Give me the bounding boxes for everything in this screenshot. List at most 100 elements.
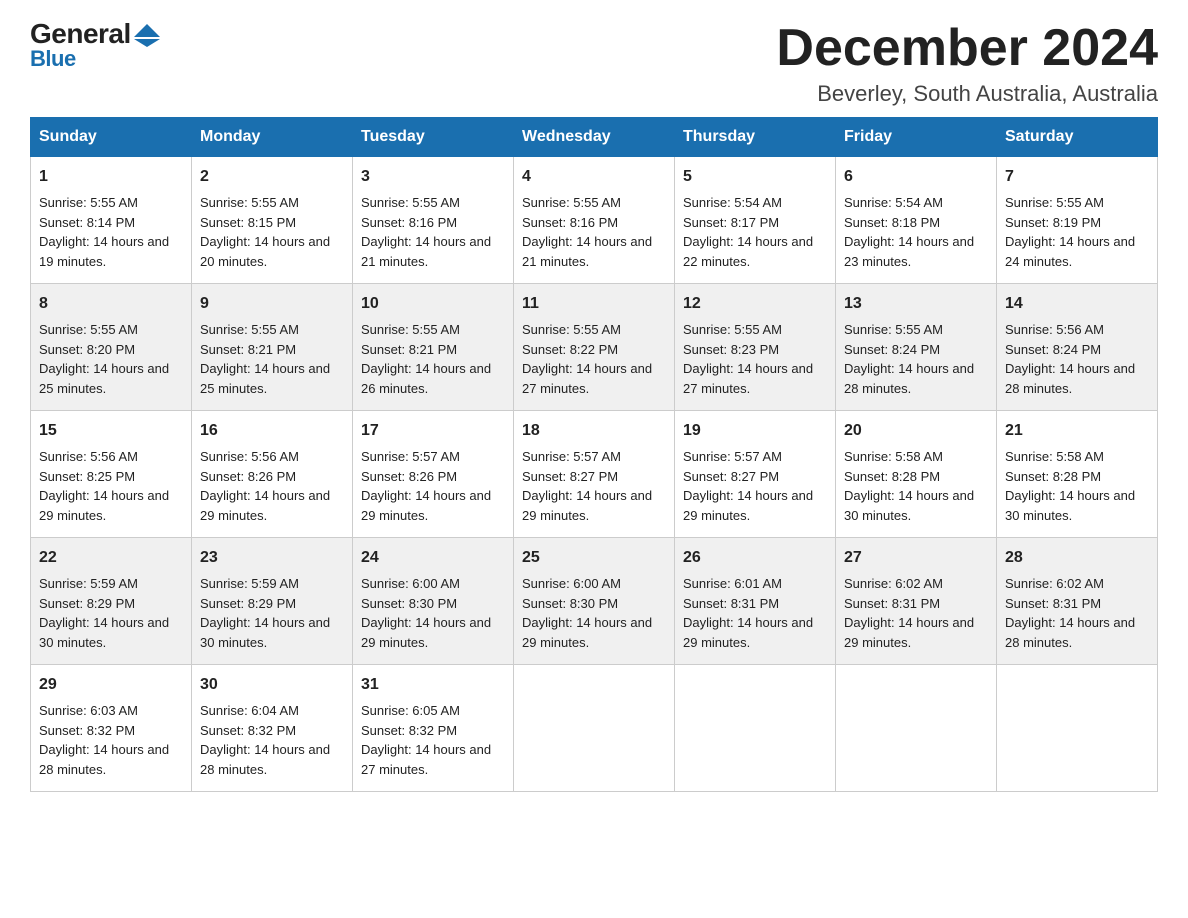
calendar-day-cell: 10 Sunrise: 5:55 AMSunset: 8:21 PMDayligh… xyxy=(353,284,514,411)
day-info: Sunrise: 6:00 AMSunset: 8:30 PMDaylight:… xyxy=(522,574,666,652)
day-number: 8 xyxy=(39,292,183,316)
day-number: 6 xyxy=(844,165,988,189)
calendar-day-cell: 14 Sunrise: 5:56 AMSunset: 8:24 PMDayligh… xyxy=(997,284,1158,411)
calendar-day-cell: 9 Sunrise: 5:55 AMSunset: 8:21 PMDaylight… xyxy=(192,284,353,411)
day-number: 23 xyxy=(200,546,344,570)
calendar-week-row: 29Sunrise: 6:03 AMSunset: 8:32 PMDayligh… xyxy=(31,665,1158,792)
day-number: 4 xyxy=(522,165,666,189)
logo: General Blue xyxy=(30,20,160,70)
day-info: Sunrise: 5:55 AMSunset: 8:14 PMDaylight:… xyxy=(39,193,183,271)
day-number: 27 xyxy=(844,546,988,570)
calendar-day-cell: 3Sunrise: 5:55 AMSunset: 8:16 PMDaylight… xyxy=(353,157,514,284)
col-monday: Monday xyxy=(192,118,353,157)
calendar-day-cell: 8 Sunrise: 5:55 AMSunset: 8:20 PMDaylight… xyxy=(31,284,192,411)
calendar-day-cell: 21Sunrise: 5:58 AMSunset: 8:28 PMDayligh… xyxy=(997,411,1158,538)
day-info: Sunrise: 5:54 AMSunset: 8:18 PMDaylight:… xyxy=(844,193,988,271)
day-number: 5 xyxy=(683,165,827,189)
day-info: Sunrise: 6:01 AMSunset: 8:31 PMDaylight:… xyxy=(683,574,827,652)
calendar-day-cell xyxy=(675,665,836,792)
location-subtitle: Beverley, South Australia, Australia xyxy=(776,81,1158,107)
day-info: Sunrise: 5:55 AMSunset: 8:22 PMDaylight:… xyxy=(522,320,666,398)
calendar-day-cell: 28Sunrise: 6:02 AMSunset: 8:31 PMDayligh… xyxy=(997,538,1158,665)
day-number: 13 xyxy=(844,292,988,316)
col-wednesday: Wednesday xyxy=(514,118,675,157)
day-info: Sunrise: 5:56 AMSunset: 8:26 PMDaylight:… xyxy=(200,447,344,525)
day-info: Sunrise: 5:55 AMSunset: 8:20 PMDaylight:… xyxy=(39,320,183,398)
day-info: Sunrise: 5:55 AMSunset: 8:19 PMDaylight:… xyxy=(1005,193,1149,271)
calendar-day-cell: 16 Sunrise: 5:56 AMSunset: 8:26 PMDayligh… xyxy=(192,411,353,538)
day-info: Sunrise: 5:57 AMSunset: 8:27 PMDaylight:… xyxy=(683,447,827,525)
calendar-day-cell: 31 Sunrise: 6:05 AMSunset: 8:32 PMDayligh… xyxy=(353,665,514,792)
day-number: 30 xyxy=(200,673,344,697)
calendar-day-cell: 4 Sunrise: 5:55 AMSunset: 8:16 PMDaylight… xyxy=(514,157,675,284)
calendar-day-cell: 6 Sunrise: 5:54 AMSunset: 8:18 PMDaylight… xyxy=(836,157,997,284)
day-info: Sunrise: 5:55 AMSunset: 8:24 PMDaylight:… xyxy=(844,320,988,398)
calendar-day-cell xyxy=(836,665,997,792)
day-number: 29 xyxy=(39,673,183,697)
calendar-week-row: 1 Sunrise: 5:55 AMSunset: 8:14 PMDaylight… xyxy=(31,157,1158,284)
col-sunday: Sunday xyxy=(31,118,192,157)
day-info: Sunrise: 5:57 AMSunset: 8:26 PMDaylight:… xyxy=(361,447,505,525)
calendar-day-cell: 13 Sunrise: 5:55 AMSunset: 8:24 PMDayligh… xyxy=(836,284,997,411)
col-saturday: Saturday xyxy=(997,118,1158,157)
day-number: 9 xyxy=(200,292,344,316)
calendar-day-cell: 15 Sunrise: 5:56 AMSunset: 8:25 PMDayligh… xyxy=(31,411,192,538)
col-thursday: Thursday xyxy=(675,118,836,157)
calendar-day-cell xyxy=(514,665,675,792)
calendar-title-area: December 2024 Beverley, South Australia,… xyxy=(776,20,1158,107)
calendar-day-cell: 25Sunrise: 6:00 AMSunset: 8:30 PMDayligh… xyxy=(514,538,675,665)
day-number: 16 xyxy=(200,419,344,443)
logo-bottom-text: Blue xyxy=(30,48,160,70)
day-number: 21 xyxy=(1005,419,1149,443)
calendar-day-cell: 30Sunrise: 6:04 AMSunset: 8:32 PMDayligh… xyxy=(192,665,353,792)
day-info: Sunrise: 5:58 AMSunset: 8:28 PMDaylight:… xyxy=(844,447,988,525)
day-number: 31 xyxy=(361,673,505,697)
day-info: Sunrise: 5:57 AMSunset: 8:27 PMDaylight:… xyxy=(522,447,666,525)
day-info: Sunrise: 5:55 AMSunset: 8:21 PMDaylight:… xyxy=(200,320,344,398)
day-info: Sunrise: 5:56 AMSunset: 8:25 PMDaylight:… xyxy=(39,447,183,525)
day-number: 14 xyxy=(1005,292,1149,316)
day-number: 3 xyxy=(361,165,505,189)
calendar-day-cell: 22Sunrise: 5:59 AMSunset: 8:29 PMDayligh… xyxy=(31,538,192,665)
calendar-table: Sunday Monday Tuesday Wednesday Thursday… xyxy=(30,117,1158,792)
day-number: 1 xyxy=(39,165,183,189)
calendar-week-row: 8 Sunrise: 5:55 AMSunset: 8:20 PMDaylight… xyxy=(31,284,1158,411)
day-number: 17 xyxy=(361,419,505,443)
day-number: 10 xyxy=(361,292,505,316)
calendar-day-cell: 5Sunrise: 5:54 AMSunset: 8:17 PMDaylight… xyxy=(675,157,836,284)
header-row: Sunday Monday Tuesday Wednesday Thursday… xyxy=(31,118,1158,157)
day-info: Sunrise: 5:55 AMSunset: 8:16 PMDaylight:… xyxy=(522,193,666,271)
day-info: Sunrise: 5:56 AMSunset: 8:24 PMDaylight:… xyxy=(1005,320,1149,398)
day-number: 24 xyxy=(361,546,505,570)
day-number: 20 xyxy=(844,419,988,443)
day-info: Sunrise: 5:59 AMSunset: 8:29 PMDaylight:… xyxy=(39,574,183,652)
day-number: 15 xyxy=(39,419,183,443)
day-info: Sunrise: 5:59 AMSunset: 8:29 PMDaylight:… xyxy=(200,574,344,652)
calendar-day-cell: 18 Sunrise: 5:57 AMSunset: 8:27 PMDayligh… xyxy=(514,411,675,538)
day-info: Sunrise: 6:05 AMSunset: 8:32 PMDaylight:… xyxy=(361,701,505,779)
col-tuesday: Tuesday xyxy=(353,118,514,157)
calendar-day-cell: 23 Sunrise: 5:59 AMSunset: 8:29 PMDayligh… xyxy=(192,538,353,665)
day-number: 28 xyxy=(1005,546,1149,570)
day-number: 12 xyxy=(683,292,827,316)
day-info: Sunrise: 5:55 AMSunset: 8:21 PMDaylight:… xyxy=(361,320,505,398)
day-number: 11 xyxy=(522,292,666,316)
day-number: 7 xyxy=(1005,165,1149,189)
day-number: 26 xyxy=(683,546,827,570)
day-number: 18 xyxy=(522,419,666,443)
day-number: 19 xyxy=(683,419,827,443)
calendar-day-cell: 7 Sunrise: 5:55 AMSunset: 8:19 PMDaylight… xyxy=(997,157,1158,284)
calendar-day-cell: 2Sunrise: 5:55 AMSunset: 8:15 PMDaylight… xyxy=(192,157,353,284)
calendar-day-cell: 19 Sunrise: 5:57 AMSunset: 8:27 PMDayligh… xyxy=(675,411,836,538)
day-info: Sunrise: 6:00 AMSunset: 8:30 PMDaylight:… xyxy=(361,574,505,652)
logo-top-text: General xyxy=(30,20,131,48)
page-header: General Blue December 2024 Beverley, Sou… xyxy=(30,20,1158,107)
calendar-day-cell: 17 Sunrise: 5:57 AMSunset: 8:26 PMDayligh… xyxy=(353,411,514,538)
calendar-day-cell: 12 Sunrise: 5:55 AMSunset: 8:23 PMDayligh… xyxy=(675,284,836,411)
calendar-day-cell: 20 Sunrise: 5:58 AMSunset: 8:28 PMDayligh… xyxy=(836,411,997,538)
calendar-day-cell: 24 Sunrise: 6:00 AMSunset: 8:30 PMDayligh… xyxy=(353,538,514,665)
calendar-day-cell: 29Sunrise: 6:03 AMSunset: 8:32 PMDayligh… xyxy=(31,665,192,792)
calendar-day-cell: 26 Sunrise: 6:01 AMSunset: 8:31 PMDayligh… xyxy=(675,538,836,665)
day-info: Sunrise: 5:55 AMSunset: 8:23 PMDaylight:… xyxy=(683,320,827,398)
calendar-day-cell: 27Sunrise: 6:02 AMSunset: 8:31 PMDayligh… xyxy=(836,538,997,665)
